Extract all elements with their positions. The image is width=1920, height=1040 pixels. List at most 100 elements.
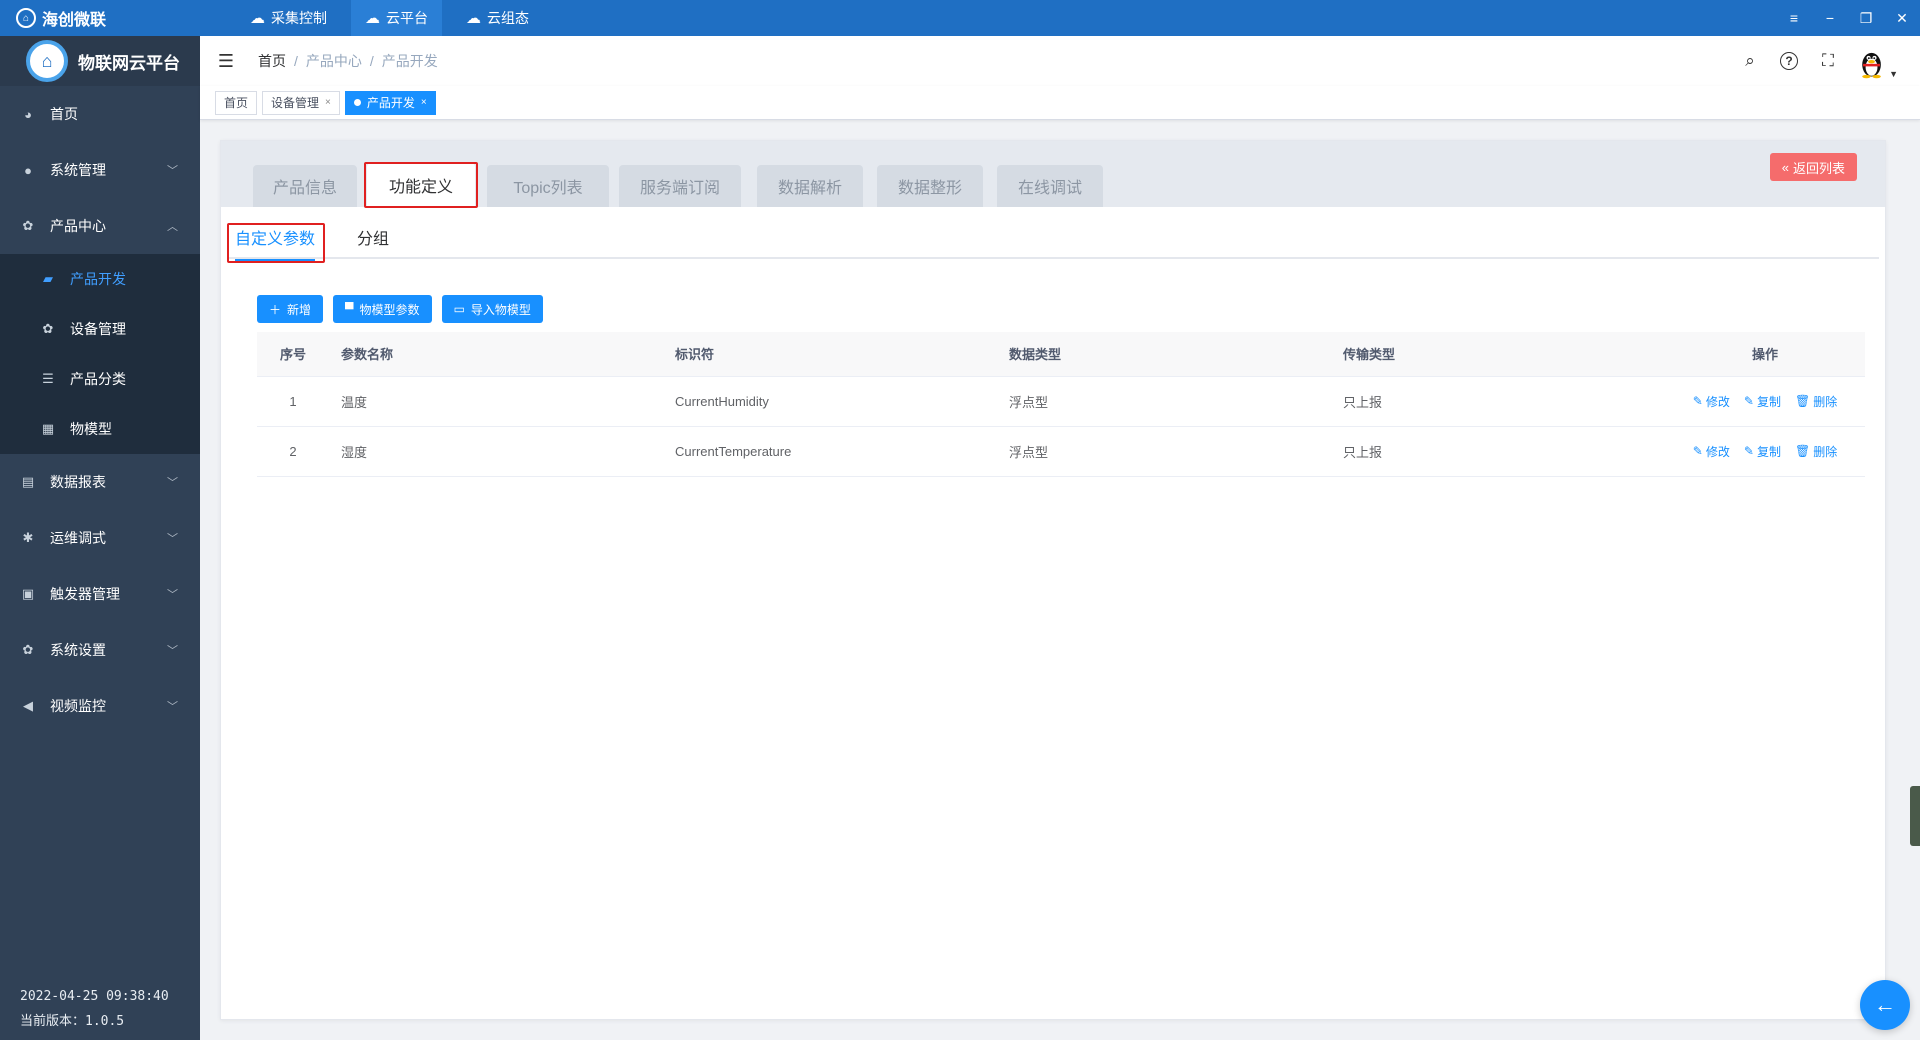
search-icon[interactable]: ⌕ — [1740, 51, 1760, 71]
tab-product-info[interactable]: 产品信息 — [253, 165, 357, 207]
sidebar-footer: 2022-04-25 09:38:40 当前版本：1.0.5 — [0, 984, 200, 1040]
add-button[interactable]: ＋ 新增 — [257, 295, 324, 323]
tab-online-debug[interactable]: 在线调试 — [997, 165, 1103, 207]
tab-function-definition[interactable]: 功能定义 — [367, 163, 475, 207]
product-detail-card: 产品信息 功能定义 Topic列表 服务端订阅 数据解析 数据整形 在线调试 «… — [220, 140, 1886, 1020]
top-nav-cloud-config[interactable]: ☁ 云组态 — [452, 0, 543, 36]
navbar: ☰ 首页 / 产品中心 / 产品开发 ⌕ ? ⛶ ▼ — [200, 36, 1920, 86]
action-label: 修改 — [1705, 444, 1730, 459]
copy-button[interactable]: ✎ 复制 — [1744, 393, 1781, 410]
table-toolbar: ＋ 新增 ▀ 物模型参数 ▭ 导入物模型 — [257, 295, 543, 323]
sidebar-item-product-center[interactable]: ✿ 产品中心 ︿ — [0, 198, 200, 254]
tag-device-management[interactable]: 设备管理 × — [262, 90, 340, 115]
tab-label: 在线调试 — [1017, 180, 1082, 197]
sidebar-subitem-device-management[interactable]: ✿ 设备管理 — [0, 304, 200, 354]
floating-back-button[interactable]: ← — [1860, 980, 1910, 1030]
column-header: 传输类型 — [1331, 332, 1665, 377]
breadcrumb-item[interactable]: 产品中心 — [306, 51, 362, 71]
import-thing-model-button[interactable]: ▭ 导入物模型 — [441, 295, 543, 323]
cell-identifier: CurrentHumidity — [663, 376, 997, 427]
sidebar-subitem-product-category[interactable]: ☰ 产品分类 — [0, 354, 200, 404]
top-nav: ☁ 采集控制 ☁ 云平台 ☁ 云组态 — [236, 0, 553, 36]
tab-custom-params[interactable]: 自定义参数 — [235, 225, 316, 261]
copy-button[interactable]: ✎ 复制 — [1744, 443, 1781, 460]
sidebar-item-label: 产品中心 — [50, 218, 106, 234]
sidebar-item-data-report[interactable]: ▤ 数据报表 ﹀ — [0, 454, 200, 510]
top-nav-cloud-platform[interactable]: ☁ 云平台 — [351, 0, 442, 36]
sidebar-item-home[interactable]: ◕ 首页 — [0, 86, 200, 142]
breadcrumb-item[interactable]: 首页 — [258, 51, 286, 71]
sidebar-item-video-monitor[interactable]: ◀ 视频监控 ﹀ — [0, 678, 200, 734]
penguin-avatar-icon — [1862, 52, 1881, 79]
thing-model-params-button[interactable]: ▀ 物模型参数 — [333, 295, 432, 323]
window-controls: ≡ − ❐ ✕ — [1776, 0, 1920, 36]
copy-icon: ✎ — [1743, 394, 1754, 408]
help-icon[interactable]: ? — [1780, 52, 1798, 70]
close-icon[interactable]: × — [325, 97, 331, 108]
restore-icon[interactable]: ❐ — [1848, 0, 1884, 36]
tab-label: 服务端订阅 — [639, 180, 720, 197]
tag-label: 产品开发 — [366, 96, 415, 110]
sidebar-subitem-thing-model[interactable]: ▦ 物模型 — [0, 404, 200, 454]
breadcrumb-separator: / — [369, 53, 374, 69]
sidebar-item-label: 数据报表 — [50, 474, 106, 490]
sidebar-subitem-product-dev[interactable]: ▰ 产品开发 — [0, 254, 200, 304]
sidebar-item-system-management[interactable]: ● 系统管理 ﹀ — [0, 142, 200, 198]
edit-button[interactable]: ✎ 修改 — [1693, 443, 1730, 460]
close-icon[interactable]: ✕ — [1884, 0, 1920, 36]
tab-groups[interactable]: 分组 — [357, 225, 389, 257]
trash-icon: 🗑 — [1794, 444, 1811, 458]
cloud-icon: ☁ — [250, 10, 265, 27]
report-icon: ▤ — [21, 474, 35, 489]
current-datetime: 2022-04-25 09:38:40 — [20, 989, 169, 1004]
sidebar-item-label: 设备管理 — [70, 321, 126, 337]
minimize-icon[interactable]: − — [1812, 0, 1848, 36]
tab-data-parsing[interactable]: 数据解析 — [757, 165, 863, 207]
tab-data-shaping[interactable]: 数据整形 — [877, 165, 983, 207]
close-icon[interactable]: × — [421, 97, 427, 108]
sidebar-item-label: 产品分类 — [70, 371, 126, 387]
cell-name: 温度 — [329, 376, 663, 427]
sidebar-item-system-settings[interactable]: ✿ 系统设置 ﹀ — [0, 622, 200, 678]
table-row: 2 湿度 CurrentTemperature 浮点型 只上报 ✎ 修改 ✎ 复制 … — [257, 426, 1865, 477]
sidebar-item-label: 视频监控 — [50, 698, 106, 714]
sidebar-item-label: 物模型 — [70, 421, 112, 437]
delete-button[interactable]: 🗑 删除 — [1795, 393, 1837, 410]
tag-home[interactable]: 首页 — [215, 90, 258, 115]
back-to-list-button[interactable]: « 返回列表 — [1769, 153, 1857, 181]
app-version: 当前版本：1.0.5 — [20, 1014, 125, 1029]
tab-label: Topic列表 — [513, 180, 583, 197]
menu-icon[interactable]: ≡ — [1776, 0, 1812, 36]
fullscreen-icon[interactable]: ⛶ — [1818, 51, 1838, 71]
chevron-up-icon: ︿ — [167, 221, 178, 233]
action-label: 复制 — [1756, 444, 1781, 459]
side-widget-handle[interactable] — [1910, 786, 1920, 846]
tag-product-dev[interactable]: 产品开发 × — [344, 90, 436, 115]
delete-button[interactable]: 🗑 删除 — [1795, 443, 1837, 460]
cell-identifier: CurrentTemperature — [663, 426, 997, 477]
cell-index: 1 — [257, 376, 329, 427]
column-header: 标识符 — [663, 332, 997, 377]
avatar[interactable]: ▼ — [1858, 41, 1898, 81]
top-nav-collect[interactable]: ☁ 采集控制 — [236, 0, 341, 36]
button-label: 新增 — [287, 302, 312, 317]
monitor-icon: ▀ — [345, 302, 354, 316]
sidebar-item-ops-debug[interactable]: ✱ 运维调式 ﹀ — [0, 510, 200, 566]
sidebar-item-label: 系统管理 — [50, 162, 106, 178]
active-dot-icon — [353, 99, 361, 106]
edit-icon: ✎ — [1692, 444, 1703, 458]
tab-topic-list[interactable]: Topic列表 — [487, 165, 609, 207]
chevron-down-icon: ﹀ — [167, 165, 178, 177]
hamburger-icon[interactable]: ☰ — [200, 51, 252, 72]
sidebar-item-trigger-management[interactable]: ▣ 触发器管理 ﹀ — [0, 566, 200, 622]
product-center-submenu: ▰ 产品开发 ✿ 设备管理 ☰ 产品分类 ▦ 物模型 — [0, 254, 200, 454]
sidebar-item-label: 产品开发 — [70, 271, 126, 287]
tab-label: 分组 — [357, 231, 390, 248]
edit-button[interactable]: ✎ 修改 — [1693, 393, 1730, 410]
button-label: 导入物模型 — [470, 302, 531, 317]
settings-icon: ✿ — [22, 642, 34, 657]
params-table: 序号 参数名称 标识符 数据类型 传输类型 操作 1 温度 CurrentHum… — [257, 332, 1865, 477]
column-header: 操作 — [1665, 332, 1865, 377]
tab-server-subscription[interactable]: 服务端订阅 — [619, 165, 741, 207]
system-titlebar: ⌂ 海创微联 ☁ 采集控制 ☁ 云平台 ☁ 云组态 ≡ − ❐ ✕ — [0, 0, 1920, 36]
